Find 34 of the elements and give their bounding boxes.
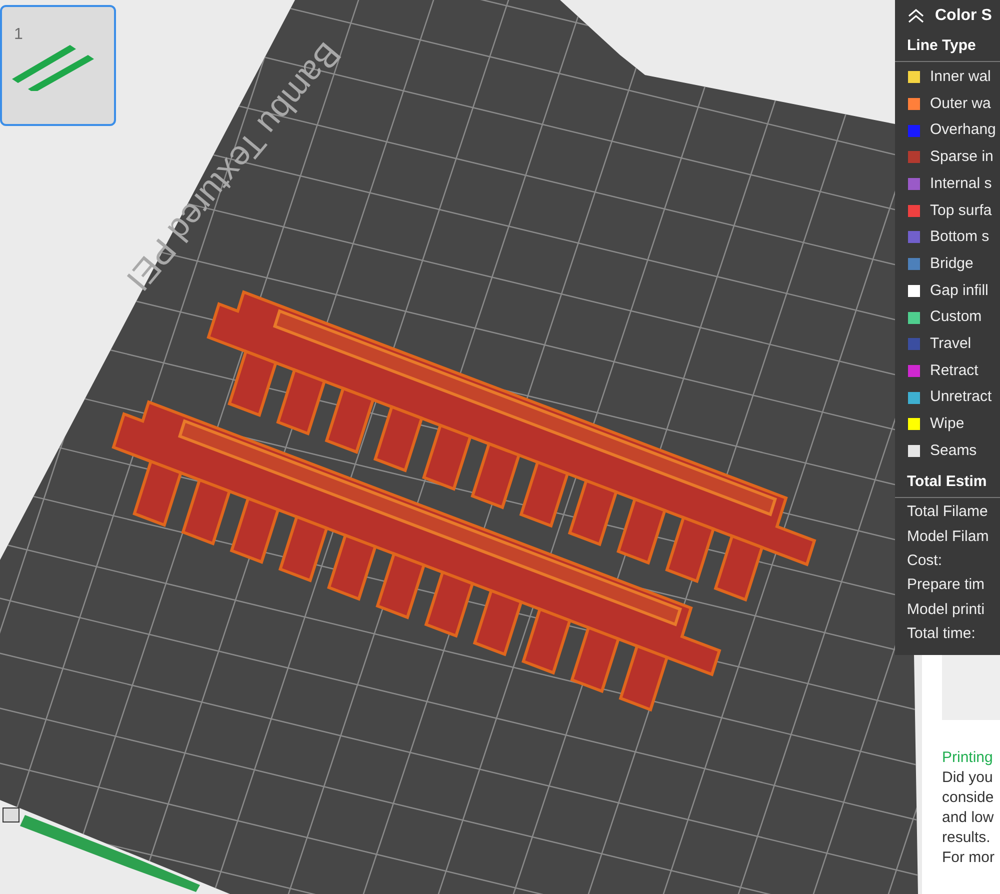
estimate-label: Model Filam bbox=[906, 526, 990, 547]
line-type-label: Custom bbox=[930, 307, 982, 328]
tip-text: conside bbox=[942, 788, 995, 808]
plate-number: 1 bbox=[14, 25, 23, 45]
line-type-label: Bridge bbox=[930, 254, 974, 274]
line-type-label: Gap infill bbox=[930, 280, 988, 301]
line-type-label: Seams bbox=[930, 440, 977, 461]
plate-thumbnail[interactable]: 1 bbox=[0, 5, 116, 126]
line-type-label: Inner wal bbox=[930, 67, 991, 88]
tip-text: Did you bbox=[942, 768, 994, 788]
line-type-label: Travel bbox=[930, 334, 972, 354]
line-type-label: Bottom s bbox=[930, 227, 990, 248]
tip-title: Printing bbox=[942, 748, 994, 768]
line-type-label: Unretract bbox=[930, 387, 992, 408]
panel-title: Color S bbox=[935, 6, 992, 26]
estimate-label: Model printi bbox=[906, 600, 986, 620]
image-placeholder bbox=[942, 655, 1000, 720]
estimate-label: Total Filame bbox=[906, 502, 989, 522]
tip-text: and low bbox=[942, 808, 995, 828]
line-type-label: Sparse in bbox=[930, 147, 994, 168]
estimate-label: Total time: bbox=[906, 624, 976, 644]
line-type-label: Overhang bbox=[930, 120, 996, 140]
line-type-label: Wipe bbox=[930, 414, 964, 434]
estimate-label: Prepare tim bbox=[906, 575, 986, 596]
line-type-label: Retract bbox=[930, 360, 978, 381]
line-type-label: Top surfa bbox=[930, 200, 992, 221]
line-type-label: Outer wa bbox=[930, 94, 991, 114]
tip-text: For mor bbox=[942, 848, 996, 868]
section-heading: Total Estim bbox=[907, 472, 987, 492]
collapse-icon[interactable] bbox=[907, 9, 925, 23]
estimate-label: Cost: bbox=[906, 551, 944, 572]
section-heading: Line Type bbox=[907, 36, 976, 56]
line-type-label: Internal s bbox=[930, 174, 992, 194]
tip-text: results. bbox=[942, 828, 992, 848]
